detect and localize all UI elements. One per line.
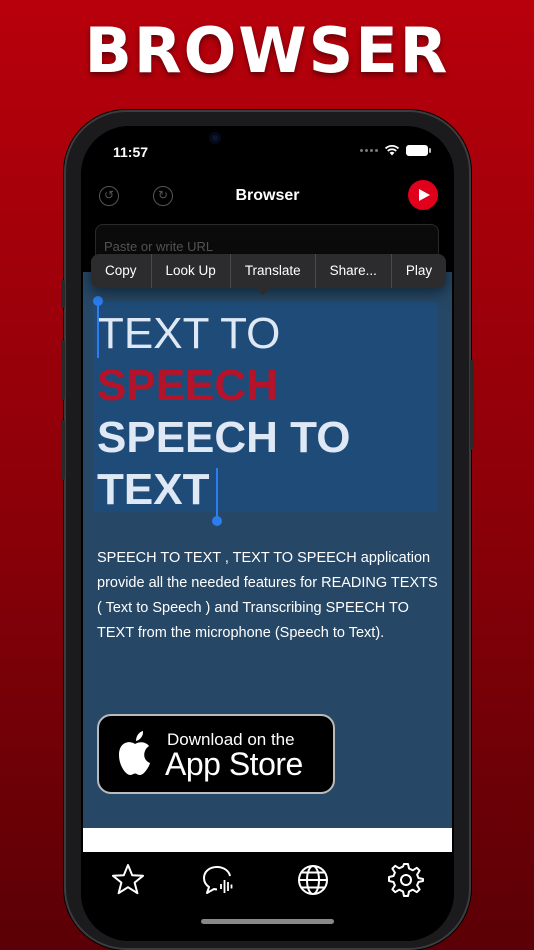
cellular-signal-icon [360,148,378,152]
body-paragraph: SPEECH TO TEXT , TEXT TO SPEECH applicat… [97,550,438,641]
battery-icon [406,144,431,156]
context-menu: Copy Look Up Translate Share... Play [91,254,447,295]
selection-start-cursor [97,302,99,358]
status-time: 11:57 [113,144,149,160]
apple-icon [119,731,150,775]
home-indicator[interactable] [201,919,334,924]
headline-line-1: TEXT TO [97,309,281,358]
menu-translate[interactable]: Translate [231,254,316,288]
headline-line-4: TEXT [97,465,210,514]
nav-title: Browser [235,187,300,204]
play-button[interactable] [408,180,438,210]
page-footer-strip [83,828,452,852]
menu-look-up[interactable]: Look Up [152,254,231,288]
headline-line-2: SPEECH [97,361,278,410]
menu-share[interactable]: Share... [316,254,392,288]
phone-side-button [61,420,65,480]
speech-bubble-icon[interactable] [201,862,237,898]
headline-line-3: SPEECH TO [97,413,351,462]
phone-screen: 11:57 ↺ ↻ Browser Paste or write URL TEX… [81,126,454,941]
web-content[interactable]: TEXT TO SPEECH SPEECH TO TEXT SPEECH TO … [83,272,452,828]
status-icons [360,144,431,156]
phone-side-button [61,280,65,308]
globe-icon[interactable] [295,862,331,898]
app-store-badge[interactable]: Download on the App Store [97,714,335,794]
promo-title: BROWSER [84,14,450,87]
camera-icon [209,132,221,144]
star-icon[interactable] [110,862,146,898]
menu-copy[interactable]: Copy [91,254,152,288]
nav-bar: ↺ ↻ Browser [81,176,454,216]
selection-end-cursor [216,468,218,518]
gear-icon[interactable] [388,862,424,898]
headline[interactable]: TEXT TO SPEECH SPEECH TO TEXT [97,308,350,516]
tab-bar [81,854,454,941]
phone-side-button [61,340,65,400]
wifi-icon [384,144,400,156]
phone-side-button [470,360,474,450]
selection-end-handle[interactable] [212,516,222,526]
dynamic-island [232,132,304,148]
menu-play[interactable]: Play [392,254,446,288]
badge-title: App Store [165,746,303,782]
